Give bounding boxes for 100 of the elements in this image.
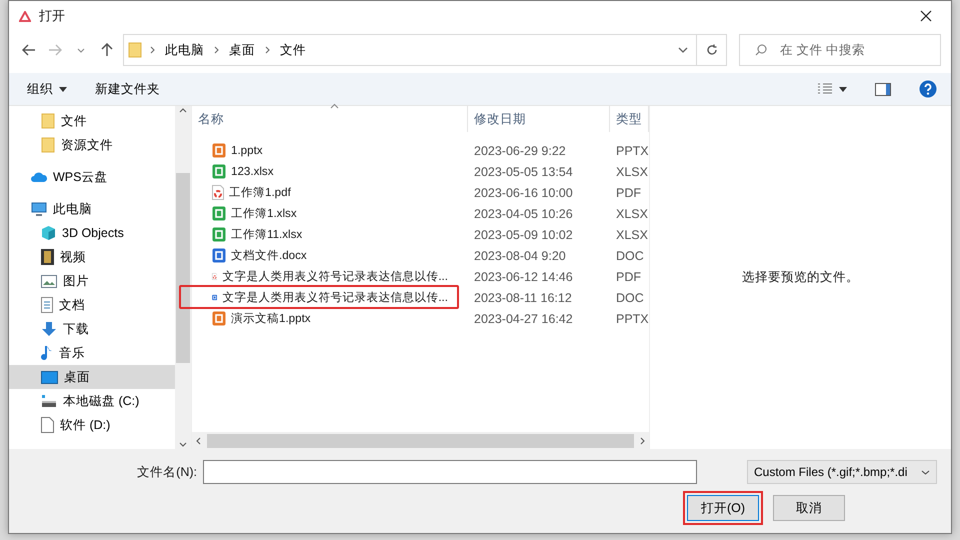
- file-type-dropdown[interactable]: Custom Files (*.gif;*.bmp;*.di: [747, 460, 937, 484]
- chevron-icon: [214, 46, 219, 54]
- preview-pane-icon: [875, 82, 891, 96]
- file-name[interactable]: 工作簿1.xlsx: [231, 206, 297, 221]
- dropdown-icon: [59, 86, 67, 92]
- sidebar-item[interactable]: 图片: [9, 269, 175, 293]
- sort-icon: [330, 103, 339, 109]
- chevron-icon: [150, 46, 155, 54]
- drive-icon: [41, 394, 57, 408]
- scroll-thumb[interactable]: [176, 172, 190, 362]
- sidebar-item[interactable]: 下载: [9, 317, 175, 341]
- filename-label: 文件名(N):: [137, 464, 197, 480]
- sidebar-item[interactable]: 音乐: [9, 341, 175, 365]
- date-cell-text: 2023-06-12 14:46: [473, 270, 574, 284]
- date-cell-text: 2023-06-29 9:22: [473, 144, 567, 158]
- type-cell-text: DOC: [615, 290, 645, 304]
- pdf-file-icon: [212, 185, 224, 200]
- column-header[interactable]: 修改日期: [468, 106, 610, 132]
- organize-menu[interactable]: 组织: [27, 80, 67, 98]
- file-name[interactable]: 文字是人类用表义符号记录表达信息以传...: [222, 290, 448, 305]
- close-icon: [920, 10, 932, 22]
- sidebar-item[interactable]: 此电脑: [9, 197, 175, 221]
- dropdown-icon: [839, 86, 847, 92]
- date-cell-text: 2023-08-11 16:12: [473, 290, 573, 304]
- download-icon: [41, 321, 57, 337]
- refresh-icon: [706, 44, 718, 56]
- search-icon: [755, 44, 767, 56]
- type-cell-text: PPTX: [615, 312, 649, 326]
- dropdown-icon[interactable]: [678, 47, 688, 53]
- type-cell-text: PDF: [615, 186, 642, 200]
- sidebar-item[interactable]: 文件: [9, 109, 175, 133]
- file-icon: [212, 206, 226, 221]
- desktop-icon: [41, 370, 58, 384]
- date-cell-text: 2023-05-05 13:54: [473, 164, 574, 178]
- sidebar-item[interactable]: 桌面: [9, 365, 175, 389]
- folder-icon: [41, 137, 55, 153]
- up-arrow-icon: [101, 43, 113, 57]
- sidebar-item[interactable]: 文档: [9, 293, 175, 317]
- sidebar-item[interactable]: 软件 (D:): [9, 413, 175, 437]
- date-cell-text: 2023-04-27 16:42: [473, 312, 574, 326]
- file-name[interactable]: 文字是人类用表义符号记录表达信息以传...: [222, 269, 448, 284]
- file-name[interactable]: 演示文稿1.pptx: [231, 311, 311, 326]
- scroll-left-icon[interactable]: [196, 436, 201, 444]
- search-field[interactable]: 在 文件 中搜索: [739, 34, 941, 66]
- cancel-button[interactable]: 取消: [773, 495, 845, 521]
- address-bar[interactable]: 此电脑 桌面 文件: [123, 34, 727, 66]
- help-button[interactable]: [919, 80, 937, 98]
- cube-icon: [41, 225, 56, 241]
- breadcrumb[interactable]: 桌面: [227, 42, 257, 58]
- new-folder-button[interactable]: 新建文件夹: [95, 80, 160, 98]
- doc-icon: [41, 297, 53, 313]
- left-arrow-icon: [22, 44, 36, 56]
- type-cell-text: XLSX: [615, 228, 649, 242]
- file-icon: [212, 311, 226, 326]
- file-name[interactable]: 123.xlsx: [231, 165, 274, 178]
- view-menu[interactable]: [817, 83, 847, 95]
- image-icon: [41, 274, 57, 288]
- filename-field[interactable]: [203, 460, 697, 484]
- date-cell-text: 2023-06-16 10:00: [473, 186, 574, 200]
- preview-pane-button[interactable]: [875, 82, 891, 96]
- sidebar-item[interactable]: 本地磁盘 (C:): [9, 389, 175, 413]
- file-icon: [212, 143, 226, 158]
- date-cell-text: 2023-04-05 10:26: [473, 206, 574, 220]
- folder-icon: [128, 42, 142, 58]
- scroll-up-icon[interactable]: [179, 108, 187, 113]
- type-cell-text: PPTX: [615, 144, 649, 158]
- scroll-down-icon[interactable]: [179, 442, 187, 447]
- breadcrumb[interactable]: 文件: [278, 42, 308, 58]
- sidebar-item[interactable]: WPS云盘: [9, 165, 175, 189]
- file-name[interactable]: 1.pptx: [231, 144, 263, 157]
- chevron-down-icon: [77, 48, 85, 52]
- chevron-icon: [265, 46, 270, 54]
- breadcrumb[interactable]: 此电脑: [163, 42, 206, 58]
- music-icon: [41, 344, 53, 362]
- column-header[interactable]: 名称: [192, 106, 468, 132]
- file-icon: [212, 164, 226, 179]
- file-name[interactable]: 工作簿11.xlsx: [231, 227, 302, 242]
- file-name[interactable]: 工作簿1.pdf: [229, 185, 291, 200]
- folder-icon: [41, 113, 55, 129]
- horizontal-scrollbar[interactable]: [192, 432, 649, 449]
- sidebar-item[interactable]: 3D Objects: [9, 221, 175, 245]
- scrollbar[interactable]: [175, 106, 191, 449]
- list-view-icon: [817, 83, 833, 95]
- file-name[interactable]: 文档文件.docx: [231, 248, 307, 263]
- preview-message: 选择要预览的文件。: [742, 269, 859, 286]
- page-icon: [41, 417, 54, 433]
- film-icon: [41, 249, 54, 265]
- right-arrow-icon: [48, 44, 62, 56]
- type-cell-text: PDF: [615, 270, 642, 284]
- date-cell-text: 2023-05-09 10:02: [473, 228, 574, 242]
- date-cell-text: 2023-08-04 9:20: [473, 248, 567, 262]
- help-icon: [919, 80, 937, 98]
- scroll-thumb[interactable]: [207, 434, 634, 448]
- pc-icon: [31, 202, 47, 216]
- sidebar-item[interactable]: 视频: [9, 245, 175, 269]
- column-header[interactable]: 类型: [610, 106, 649, 132]
- type-cell-text: XLSX: [615, 206, 649, 220]
- type-cell-text: DOC: [615, 248, 645, 262]
- sidebar-item[interactable]: 资源文件: [9, 133, 175, 157]
- scroll-right-icon[interactable]: [640, 436, 645, 444]
